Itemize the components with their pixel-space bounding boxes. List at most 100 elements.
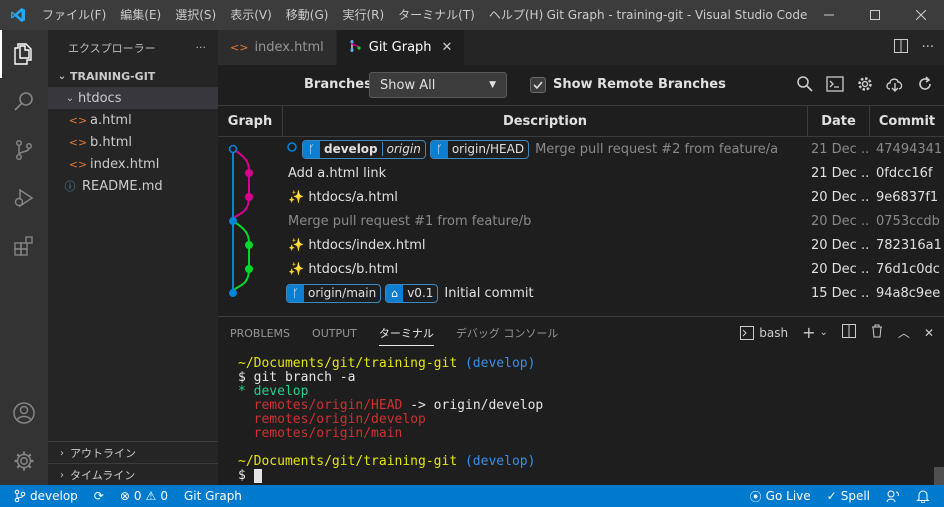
problems-status[interactable]: ⊗ 0 ⚠ 0 [112,485,176,507]
commit-row[interactable]: Merge pull request #1 from feature/b 20 D… [218,209,944,233]
tab-terminal[interactable]: ターミナル [378,325,434,346]
menu-selection[interactable]: 選択(S) [168,0,223,30]
trash-icon[interactable] [870,324,884,341]
notifications-bell-icon[interactable] [908,485,938,507]
tree-item-label: htdocs [78,90,122,106]
graph-node[interactable] [245,169,253,177]
show-remote-checkbox[interactable] [530,77,546,93]
terminal-icon [740,325,755,340]
close-window-button[interactable] [898,0,944,30]
graph-node[interactable] [229,217,237,225]
column-description[interactable]: Description [283,106,808,136]
outline-section-header[interactable]: › アウトライン [48,442,218,464]
split-editor-icon[interactable] [893,38,908,57]
tab-index-html[interactable]: <> index.html [218,30,337,65]
explorer-icon[interactable] [0,30,48,78]
git-branch-icon: ᚴ [430,140,448,158]
branches-dropdown-value: Show All [380,77,436,93]
more-actions-icon[interactable]: ··· [196,41,207,54]
graph-node[interactable] [245,265,253,273]
minimize-button[interactable] [806,0,852,30]
timeline-section-header[interactable]: › タイムライン [48,464,218,486]
column-graph[interactable]: Graph [218,106,283,136]
tag-badge[interactable]: ⌂ v0.1 [385,283,439,303]
menu-view[interactable]: 表示(V) [223,0,279,30]
branch-badge[interactable]: ᚴ origin/HEAD [429,139,530,159]
git-graph-status[interactable]: Git Graph [176,485,250,507]
run-debug-icon[interactable] [0,174,48,222]
branch-badge[interactable]: ᚴ develop origin [302,139,426,159]
new-terminal-icon[interactable]: + [802,323,815,342]
tab-debug-console[interactable]: デバッグ コンソール [456,325,559,341]
tree-item-readme[interactable]: ⓘ README.md [48,175,218,197]
chevron-up-icon[interactable]: ︿ [898,324,910,341]
terminal-selector[interactable]: bash [740,325,788,340]
workspace-section-header[interactable]: ⌄ TRAINING-GIT [48,65,218,87]
graph-node[interactable] [229,289,237,297]
tab-output[interactable]: OUTPUT [312,327,357,340]
commit-row[interactable]: ᚴ develop origin ᚴ origin/HEAD Merge pull req… [218,137,944,161]
checkmark-icon [533,81,543,90]
account-icon[interactable] [0,389,48,437]
tree-item-label: a.html [90,112,132,128]
commit-message: Merge pull request #2 from feature/a [535,141,779,157]
graph-node[interactable] [245,241,253,249]
menu-terminal[interactable]: ターミナル(T) [391,0,482,30]
branches-dropdown[interactable]: Show All ▼ [369,72,507,98]
menu-run[interactable]: 実行(R) [335,0,391,30]
maximize-button[interactable] [852,0,898,30]
settings-gear-icon[interactable] [856,75,874,97]
terminal-scrollbar[interactable] [934,467,944,486]
terminal-output[interactable]: ~/Documents/git/training-git (develop) $… [238,357,543,483]
tree-item-b-html[interactable]: <> b.html [48,131,218,153]
info-icon: ⓘ [64,180,76,193]
terminal-prompt: $ [238,468,254,483]
fetch-icon[interactable] [886,75,904,97]
find-icon[interactable] [796,75,814,97]
spell-status[interactable]: ✓ Spell [819,485,878,507]
tree-item-index-html[interactable]: <> index.html [48,153,218,175]
search-icon[interactable] [0,78,48,126]
commit-row[interactable]: ᚴ origin/main ⌂ v0.1 Initial commit 15 Dec ..… [218,281,944,305]
split-terminal-icon[interactable] [841,324,856,341]
menu-help[interactable]: ヘルプ(H) [482,0,550,30]
go-live-status[interactable]: ⦿ Go Live [742,485,819,507]
tree-item-htdocs[interactable]: ⌄ htdocs [48,87,218,109]
error-count: 0 [133,489,142,503]
extensions-icon[interactable] [0,222,48,270]
column-date[interactable]: Date [808,106,870,136]
sync-status[interactable]: ⟳ [86,485,112,507]
menu-file[interactable]: ファイル(F) [35,0,113,30]
commit-row[interactable]: ✨ htdocs/b.html 20 Dec ... 76d1c0dc [218,257,944,281]
refresh-icon[interactable] [916,75,934,97]
commit-row[interactable]: ✨ htdocs/index.html 20 Dec ... 782316a1 [218,233,944,257]
source-control-icon[interactable] [0,126,48,174]
graph-node-head[interactable] [228,144,238,154]
feedback-icon[interactable] [878,485,908,507]
commit-date: 20 Dec ... [811,213,870,229]
terminal-icon[interactable] [826,75,844,97]
commit-message: Add a.html link [288,165,387,181]
commit-row[interactable]: ✨ htdocs/a.html 20 Dec ... 9e6837f1 [218,185,944,209]
menu-edit[interactable]: 編集(E) [113,0,168,30]
tree-item-a-html[interactable]: <> a.html [48,109,218,131]
menu-bar: ファイル(F) 編集(E) 選択(S) 表示(V) 移動(G) 実行(R) ター… [35,0,550,30]
menu-go[interactable]: 移動(G) [279,0,336,30]
more-actions-icon[interactable]: ··· [922,40,934,55]
branch-status[interactable]: develop [0,485,86,507]
column-commit[interactable]: Commit [870,106,944,136]
tab-git-graph[interactable]: Git Graph ✕ [336,30,466,65]
close-tab-icon[interactable]: ✕ [442,40,453,55]
broadcast-icon: ⦿ [749,489,762,504]
graph-line-feature-b [232,220,250,294]
tag-icon: ⌂ [386,284,404,302]
settings-gear-icon[interactable] [0,437,48,485]
commit-description: Add a.html link [283,166,808,181]
chevron-down-icon[interactable]: ⌄ [820,327,828,338]
go-live-label: Go Live [765,489,811,503]
close-panel-icon[interactable]: ✕ [924,326,934,340]
branch-badge[interactable]: ᚴ origin/main [286,283,382,303]
graph-node[interactable] [245,193,253,201]
tab-problems[interactable]: PROBLEMS [230,327,290,340]
commit-row[interactable]: Add a.html link 21 Dec ... 0fdcc16f [218,161,944,185]
